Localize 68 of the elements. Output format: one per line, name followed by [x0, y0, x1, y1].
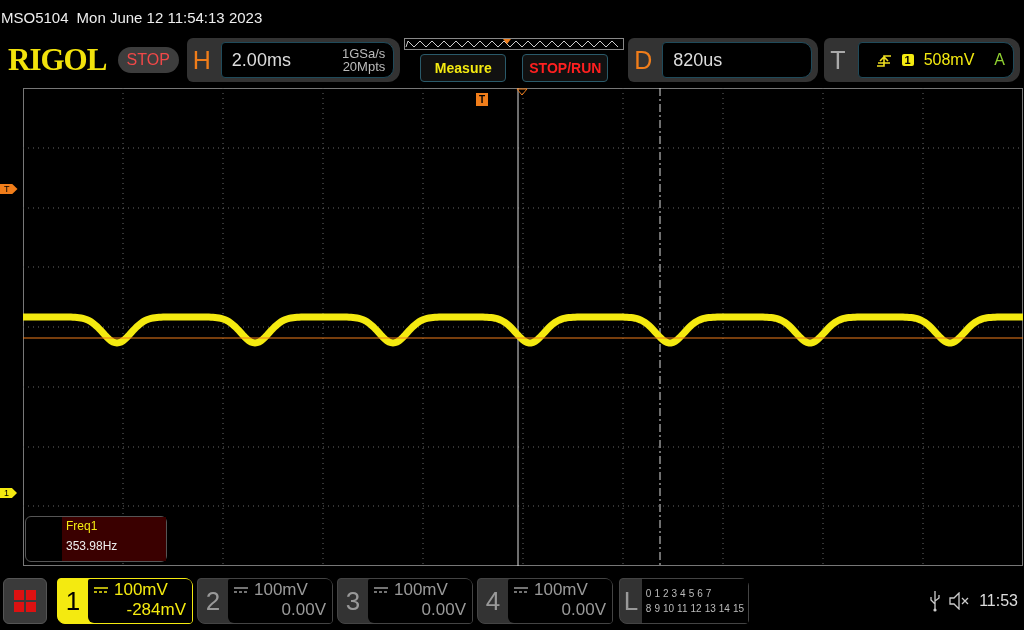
trigger-mode: A [994, 51, 1005, 69]
delay-value: 820us [673, 49, 724, 71]
timebase-value: 2.00ms [231, 49, 292, 71]
logic-bit: 6 [697, 588, 703, 599]
horizontal-label: H [192, 45, 212, 75]
measurement-value: 353.98Hz [66, 539, 119, 553]
memory-depth: 20Mpts [342, 60, 386, 73]
trigger-panel[interactable]: T 1 508mV A [824, 38, 1020, 82]
channel-panel[interactable]: 2 100mV 0.00V [197, 578, 333, 624]
dc-coupling-icon [234, 587, 248, 593]
measurement-panel[interactable]: Freq1 353.98Hz [25, 516, 167, 562]
rising-edge-icon [875, 52, 892, 68]
model-name: MSO5104 [1, 8, 69, 26]
channel-scale: 100mV [114, 580, 168, 600]
logic-bit: 8 [645, 603, 652, 614]
channel-number: 4 [484, 584, 502, 618]
logic-bit: 1 [654, 588, 660, 599]
channel-offset: 0.00V [421, 600, 466, 620]
trigger-source-badge: 1 [901, 54, 914, 66]
menu-button[interactable] [3, 578, 47, 624]
logic-label: L [622, 584, 640, 618]
channel-number: 2 [204, 584, 222, 618]
channel-offset: 0.00V [561, 600, 606, 620]
delay-label: D [634, 45, 654, 75]
logic-bit: 12 [690, 603, 702, 614]
clock-time: 11:53 [979, 592, 1018, 610]
logic-bit: 14 [718, 603, 730, 614]
horizontal-panel[interactable]: H 2.00ms 1GSa/s 20Mpts [186, 38, 401, 82]
sample-rate: 1GSa/s [341, 47, 386, 60]
logic-bit: 9 [654, 603, 660, 614]
logic-bit: 10 [663, 603, 675, 614]
channel-scale: 100mV [534, 580, 588, 600]
channel-offset: -284mV [126, 600, 186, 620]
brand-logo: RIGOL [8, 42, 108, 78]
logic-bit: 15 [732, 603, 744, 614]
channel-scale: 100mV [254, 580, 308, 600]
logic-bit: 4 [680, 588, 686, 599]
logic-bit: 13 [704, 603, 716, 614]
four-squares-icon [14, 590, 36, 612]
trigger-level-marker[interactable]: T [0, 184, 18, 194]
measurement-name: Freq1 [66, 519, 99, 533]
logic-bit: 0 [645, 588, 652, 599]
logic-bit: 7 [705, 588, 712, 599]
logic-bit: 5 [688, 588, 695, 599]
trigger-label: T [830, 45, 847, 75]
channel-number: 3 [344, 584, 362, 618]
logic-bit: 3 [671, 588, 678, 599]
channel-panel[interactable]: 3 100mV 0.00V [337, 578, 473, 624]
logic-panel[interactable]: L 0 1 2 3 4 5 6 7 8 9 10 11 12 13 14 15 [619, 578, 749, 624]
usb-icon [929, 590, 942, 612]
measure-button[interactable]: Measure [420, 54, 507, 82]
channel-panel[interactable]: 1 100mV -284mV [57, 578, 193, 624]
logic-bit: 2 [663, 588, 669, 599]
channel-number: 1 [64, 584, 82, 618]
channel-marker[interactable]: 1 [0, 488, 17, 498]
logic-bit: 11 [677, 603, 688, 614]
dc-coupling-icon [94, 587, 108, 593]
date-time: Mon June 12 11:54:13 2023 [76, 8, 263, 26]
channel-offset: 0.00V [281, 600, 326, 620]
dc-coupling-icon [374, 587, 388, 593]
delay-panel[interactable]: D 820us [628, 38, 819, 82]
stop-run-button[interactable]: STOP/RUN [522, 54, 609, 82]
channel-panel[interactable]: 4 100mV 0.00V [477, 578, 613, 624]
channel-scale: 100mV [394, 580, 448, 600]
dc-coupling-icon [514, 587, 528, 593]
trigger-level: 508mV [923, 51, 975, 69]
trigger-position-marker[interactable]: T [476, 93, 489, 106]
delay-marker-icon [516, 88, 528, 96]
